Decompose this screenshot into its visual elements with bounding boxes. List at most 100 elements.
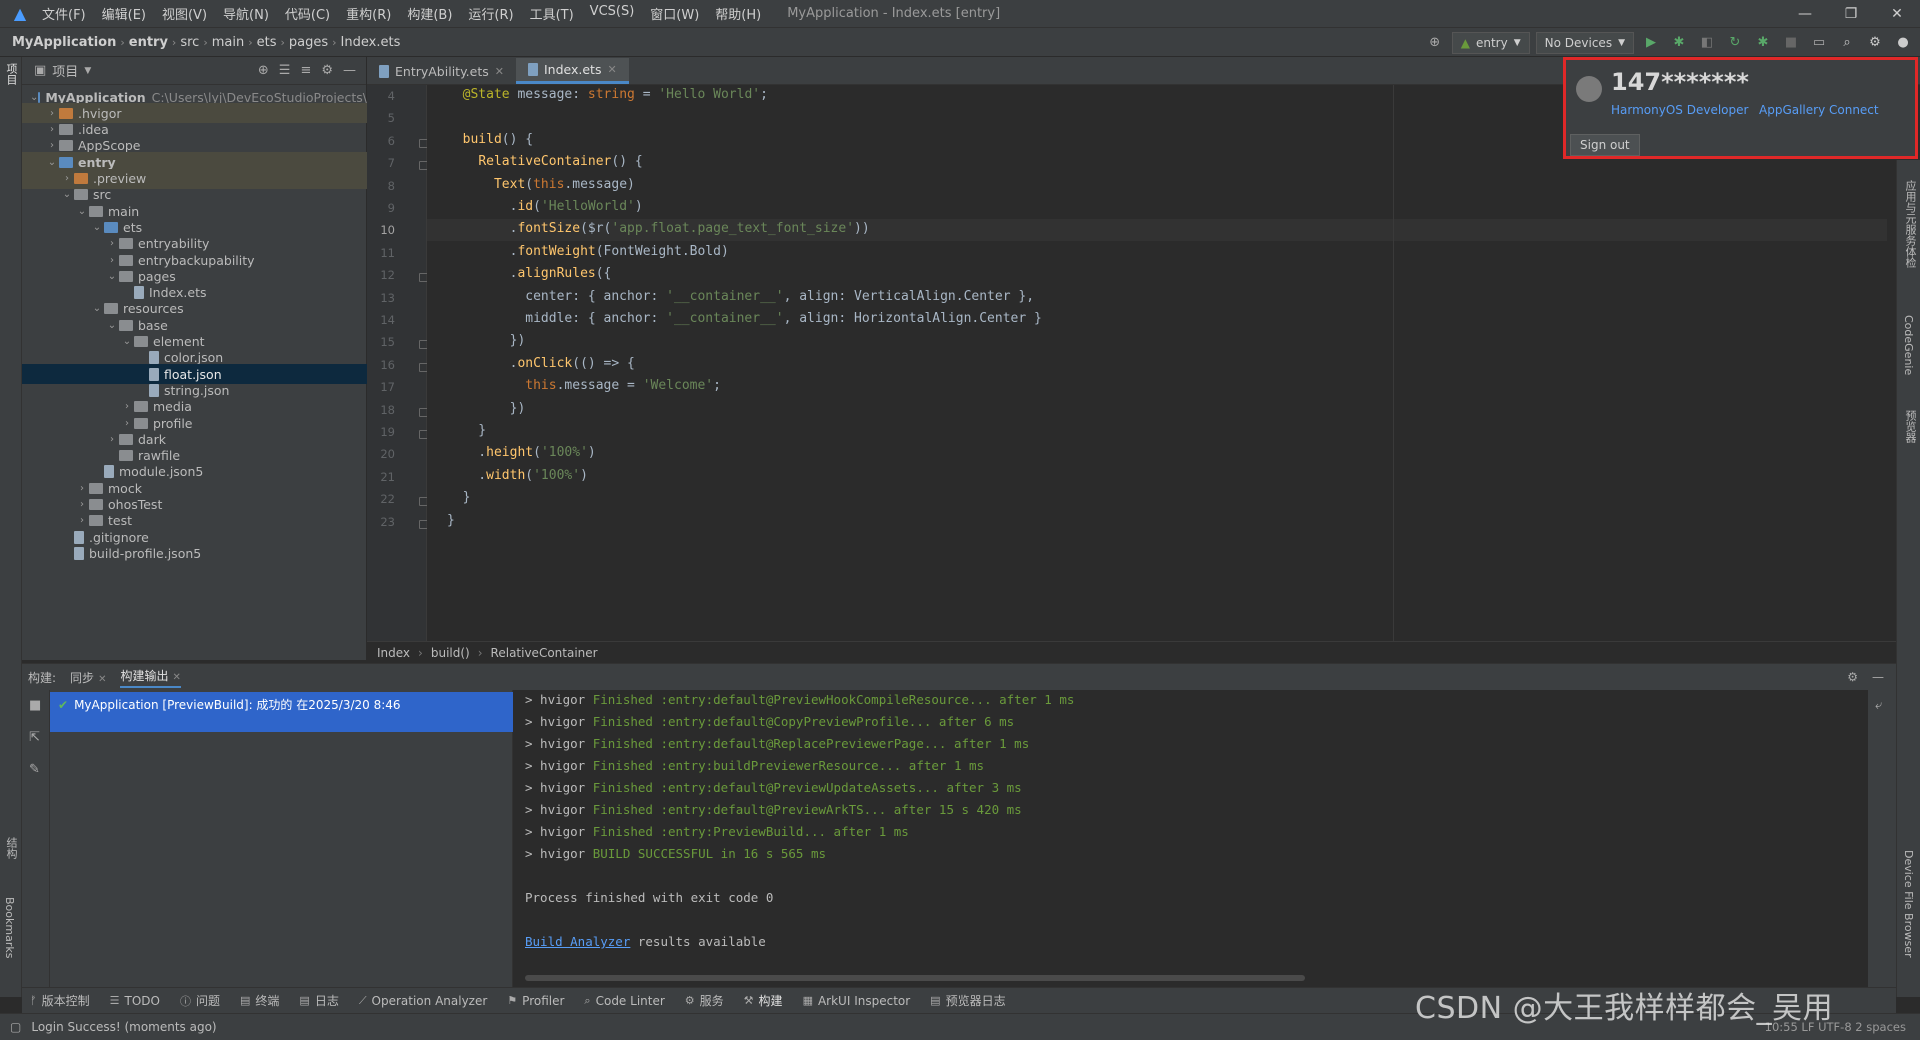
close-icon[interactable]: ✕ xyxy=(98,674,106,685)
menu-item[interactable]: 代码(C) xyxy=(277,4,338,23)
gear-icon[interactable]: ⚙ xyxy=(321,63,333,78)
menu-item[interactable]: 工具(T) xyxy=(522,4,582,23)
menu-item[interactable]: 重构(R) xyxy=(338,4,399,23)
chevron-down-icon[interactable]: ⌄ xyxy=(90,303,104,314)
maximize-icon[interactable]: ❐ xyxy=(1828,0,1874,28)
chevron-down-icon[interactable]: ⌄ xyxy=(90,222,104,233)
menu-item[interactable]: 运行(R) xyxy=(460,4,521,23)
build-tree-item[interactable]: ✔ MyApplication [PreviewBuild]: 成功的 在2025… xyxy=(50,692,513,732)
close-icon[interactable]: ✕ xyxy=(172,672,180,683)
menu-item[interactable]: 窗口(W) xyxy=(642,4,707,23)
tool-window-button[interactable]: ⟋ Operation Analyzer xyxy=(359,994,487,1008)
breadcrumb-item[interactable]: ets xyxy=(253,35,281,50)
menu-item[interactable]: 帮助(H) xyxy=(707,4,769,23)
chevron-down-icon[interactable]: ▼ xyxy=(84,66,91,76)
tool-window-button[interactable]: ▦ ArkUI Inspector xyxy=(803,994,911,1008)
rerun-icon[interactable]: ↻ xyxy=(1724,32,1746,54)
chevron-right-icon[interactable]: › xyxy=(75,499,89,510)
tool-window-button[interactable]: ⌕ Code Linter xyxy=(584,994,664,1008)
close-icon[interactable]: ✕ xyxy=(495,65,504,78)
gear-icon[interactable]: ⚙ xyxy=(1864,32,1886,54)
attach-icon[interactable]: ✱ xyxy=(1752,32,1774,54)
editor-breadcrumb-item[interactable]: RelativeContainer xyxy=(491,646,598,660)
tool-window-button[interactable]: ▤ 终端 xyxy=(240,992,279,1009)
code-editor[interactable]: @State message: string = 'Hello World'; … xyxy=(427,85,1887,641)
tool-window-button[interactable]: ▤ 预览器日志 xyxy=(930,992,1005,1009)
chevron-right-icon[interactable]: › xyxy=(45,108,59,119)
breadcrumb-item[interactable]: Index.ets xyxy=(337,35,405,50)
hide-icon[interactable]: — xyxy=(1872,670,1884,684)
chevron-right-icon[interactable]: › xyxy=(45,140,59,151)
sign-out-button[interactable]: Sign out xyxy=(1570,134,1640,156)
app-check-tool-button[interactable]: 应用与元服务体检 xyxy=(1902,180,1918,268)
locate-icon[interactable]: ⊕ xyxy=(258,63,269,78)
chevron-down-icon[interactable]: ⌄ xyxy=(45,157,59,168)
tool-window-button[interactable]: ☰ TODO xyxy=(110,994,160,1008)
codegenie-tool-button[interactable]: CodeGenie xyxy=(1902,315,1915,375)
tab-sync[interactable]: 同步 ✕ xyxy=(70,669,106,686)
tree-item[interactable]: build-profile.json5 xyxy=(22,543,367,563)
chevron-right-icon[interactable]: › xyxy=(105,434,119,445)
chevron-right-icon[interactable]: › xyxy=(75,483,89,494)
chevron-down-icon[interactable]: ⌄ xyxy=(105,320,119,331)
soft-wrap-icon[interactable]: ⤶ xyxy=(1875,698,1882,713)
bookmarks-tool-button[interactable]: Bookmarks xyxy=(3,897,16,958)
breadcrumb-item[interactable]: pages xyxy=(285,35,332,50)
stop-icon[interactable]: ■ xyxy=(29,698,41,713)
menu-item[interactable]: 视图(V) xyxy=(154,4,215,23)
build-analyzer-link[interactable]: Build Analyzer xyxy=(525,934,630,949)
tool-window-button[interactable]: ⚒ 构建 xyxy=(744,992,783,1009)
appgallery-connect-link[interactable]: AppGallery Connect xyxy=(1759,103,1879,117)
chevron-down-icon[interactable]: ⌄ xyxy=(60,189,74,200)
breadcrumb-item[interactable]: src xyxy=(176,35,203,50)
menu-item[interactable]: 导航(N) xyxy=(215,4,277,23)
device-select[interactable]: No Devices ▼ xyxy=(1535,31,1634,54)
open-external-icon[interactable]: ⇱ xyxy=(29,730,40,745)
stop-icon[interactable]: ■ xyxy=(1780,32,1802,54)
close-icon[interactable]: ✕ xyxy=(1874,0,1920,28)
close-icon[interactable]: ✕ xyxy=(607,63,616,76)
expand-all-icon[interactable]: ☰ xyxy=(279,63,291,78)
collapse-all-icon[interactable]: ≡ xyxy=(300,63,311,78)
editor-tab[interactable]: EntryAbility.ets ✕ xyxy=(367,58,516,84)
run-icon[interactable]: ▶ xyxy=(1640,32,1662,54)
build-output-console[interactable]: > hvigor Finished :entry:default@Preview… xyxy=(513,690,1868,987)
tool-window-button[interactable]: ⚑ Profiler xyxy=(507,994,564,1008)
chevron-down-icon[interactable]: ⌄ xyxy=(105,271,119,282)
harmonyos-developer-link[interactable]: HarmonyOS Developer xyxy=(1611,103,1748,117)
account-icon[interactable]: ● xyxy=(1892,32,1914,54)
chevron-right-icon[interactable]: › xyxy=(120,401,134,412)
menu-item[interactable]: 文件(F) xyxy=(34,4,94,23)
device-manager-icon[interactable]: ▭ xyxy=(1808,32,1830,54)
search-icon[interactable]: ⌕ xyxy=(1836,32,1858,54)
minimize-icon[interactable]: — xyxy=(1782,0,1828,28)
chevron-right-icon[interactable]: › xyxy=(60,173,74,184)
pin-icon[interactable]: ✎ xyxy=(29,762,40,777)
profile-icon[interactable]: ◧ xyxy=(1696,32,1718,54)
tab-build-output[interactable]: 构建输出 ✕ xyxy=(120,667,181,688)
status-icon[interactable]: ▢ xyxy=(10,1020,21,1034)
horizontal-scrollbar[interactable] xyxy=(525,975,1305,981)
chevron-right-icon[interactable]: › xyxy=(105,255,119,266)
tool-window-button[interactable]: ▤ 日志 xyxy=(299,992,338,1009)
project-tool-button[interactable]: 项目 xyxy=(3,63,19,85)
chevron-right-icon[interactable]: › xyxy=(75,515,89,526)
debug-icon[interactable]: ✱ xyxy=(1668,32,1690,54)
hide-icon[interactable]: — xyxy=(343,63,356,78)
chevron-down-icon[interactable]: ⌄ xyxy=(30,92,38,103)
editor-tab[interactable]: Index.ets ✕ xyxy=(515,58,629,84)
previewer-tool-button[interactable]: 预览器 xyxy=(1902,410,1918,443)
structure-tool-button[interactable]: 结构 xyxy=(3,837,19,859)
chevron-right-icon[interactable]: › xyxy=(105,238,119,249)
breadcrumb-item[interactable]: MyApplication xyxy=(8,35,120,50)
chevron-down-icon[interactable]: ⌄ xyxy=(75,206,89,217)
menu-item[interactable]: VCS(S) xyxy=(582,4,643,23)
chevron-right-icon[interactable]: › xyxy=(120,418,134,429)
project-view-title[interactable]: 项目 xyxy=(52,61,78,80)
breadcrumb-item[interactable]: entry xyxy=(125,35,172,50)
menu-item[interactable]: 编辑(E) xyxy=(94,4,154,23)
gear-icon[interactable]: ⚙ xyxy=(1847,670,1858,684)
module-select[interactable]: ▲ entry ▼ xyxy=(1451,31,1530,54)
tool-window-button[interactable]: ᚠ 版本控制 xyxy=(30,992,90,1009)
editor-breadcrumb-item[interactable]: Index xyxy=(377,646,410,660)
